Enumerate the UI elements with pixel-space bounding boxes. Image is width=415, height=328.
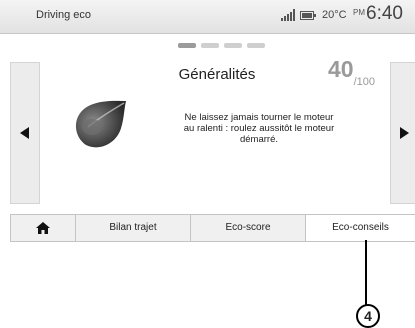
callout-number: 4 <box>356 304 380 328</box>
advice-line: démarré. <box>239 134 278 145</box>
advice-line: Ne laissez jamais tourner le moteur <box>184 112 334 123</box>
arrow-left-icon <box>20 127 29 139</box>
previous-button[interactable] <box>10 62 40 204</box>
tab-bar: Bilan trajet Eco-score Eco-conseils <box>10 214 415 242</box>
status-bar: Driving eco 20°C PM 6:40 <box>0 0 415 34</box>
signal-icon <box>281 9 295 21</box>
home-icon <box>36 222 50 234</box>
eco-score: 40/100 <box>328 56 375 88</box>
next-button[interactable] <box>390 62 415 204</box>
page-dot <box>224 43 242 48</box>
score-suffix: /100 <box>353 76 376 88</box>
callout-leader-line <box>365 240 367 306</box>
tab-eco-score[interactable]: Eco-score <box>190 215 305 241</box>
page-dot <box>247 43 265 48</box>
page-dot <box>201 43 219 48</box>
temperature: 20°C <box>322 9 347 21</box>
arrow-right-icon <box>400 127 409 139</box>
clock: 6:40 <box>366 3 403 24</box>
advice-line: au ralenti : roulez aussitôt le moteur <box>183 123 335 134</box>
page-title: Généralités <box>178 66 256 83</box>
page-indicator <box>178 43 266 48</box>
eco-leaf-icon <box>75 100 126 148</box>
tab-bilan-trajet[interactable]: Bilan trajet <box>75 215 190 241</box>
score-value: 40 <box>328 56 354 82</box>
tab-eco-conseils[interactable]: Eco-conseils <box>305 215 415 241</box>
eco-advice-text: Ne laissez jamais tourner le moteur au r… <box>158 112 360 145</box>
app-title: Driving eco <box>36 9 92 21</box>
battery-icon <box>300 11 316 20</box>
page-dot <box>178 43 196 48</box>
ampm: PM <box>353 8 365 17</box>
tab-home[interactable] <box>10 215 75 241</box>
